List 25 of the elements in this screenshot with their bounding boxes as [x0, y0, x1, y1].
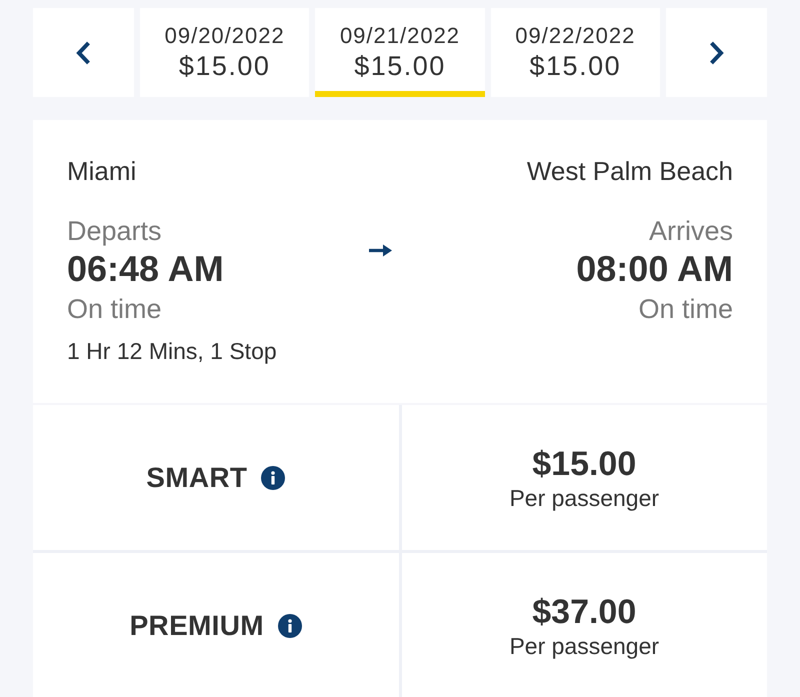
trip-duration: 1 Hr 12 Mins, 1 Stop	[67, 337, 278, 365]
price-note: Per passenger	[509, 632, 660, 660]
departure-time: 06:48 AM	[67, 247, 225, 290]
arrow-right-icon	[368, 244, 392, 257]
origin-city: Miami	[67, 156, 136, 187]
chevron-right-icon	[708, 40, 724, 64]
info-icon[interactable]	[261, 466, 286, 490]
arrives-label: Arrives	[648, 215, 733, 247]
fare-price-tile[interactable]: $37.00 Per passenger	[402, 553, 767, 697]
fare-price: $37.00	[532, 592, 636, 632]
price-note: Per passenger	[509, 484, 660, 512]
fare-price-tile[interactable]: $15.00 Per passenger	[402, 405, 767, 550]
departure-status: On time	[67, 293, 163, 325]
arrival-time: 08:00 AM	[575, 247, 733, 290]
fare-class-name: PREMIUM	[130, 608, 264, 642]
arrival-status: On time	[637, 293, 733, 325]
chevron-left-icon	[76, 40, 91, 64]
fare-class-name: SMART	[146, 460, 248, 494]
date-tab[interactable]: 09/20/2022 $15.00	[140, 8, 310, 97]
info-icon[interactable]	[278, 614, 302, 638]
date-tab[interactable]: 09/21/2022 $15.00	[315, 8, 485, 97]
fare-price: $15.00	[532, 444, 636, 484]
destination-city: West Palm Beach	[526, 156, 733, 187]
date-tab[interactable]: 09/22/2022 $15.00	[490, 8, 660, 97]
departs-label: Departs	[67, 215, 163, 247]
